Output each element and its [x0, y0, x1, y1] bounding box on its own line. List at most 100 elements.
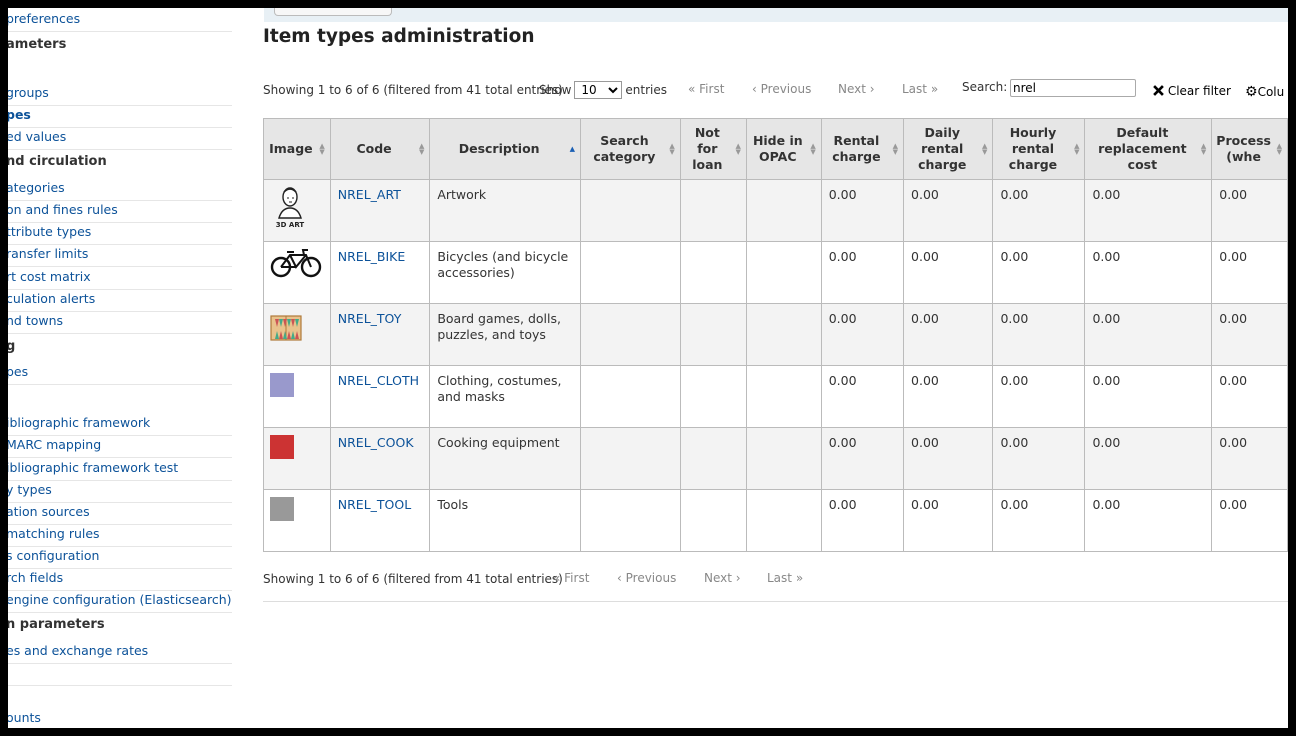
hourly-rental-charge-value: 0.00: [1000, 435, 1029, 450]
sidebar-item[interactable]: rch fields: [8, 569, 232, 591]
previous-page-link[interactable]: ‹ Previous: [752, 82, 811, 96]
sidebar-item[interactable]: [8, 664, 232, 686]
sidebar-item[interactable]: nd towns: [8, 312, 232, 334]
table-row: NREL_COOK Cooking equipment 0.00 0.00 0.00 0.…: [263, 427, 1288, 490]
rental-charge-cell: 0.00: [820, 241, 905, 304]
column-header[interactable]: Image ▲ ▼: [263, 118, 331, 180]
column-header[interactable]: Rental charge ▲ ▼: [820, 118, 905, 180]
sidebar-item[interactable]: s configuration: [8, 547, 232, 569]
sort-icon: ▲ ▼: [669, 142, 675, 156]
columns-label: Colu: [1257, 85, 1285, 99]
sidebar-item[interactable]: ttribute types: [8, 223, 232, 245]
color-swatch-icon: [270, 497, 294, 521]
last-label: Last: [767, 571, 792, 585]
page-length-select[interactable]: 10: [574, 81, 623, 99]
column-header-label: Hide in OPAC: [752, 133, 803, 164]
sidebar-item[interactable]: pes: [8, 363, 232, 385]
processing-fee-cell: 0.00: [1211, 241, 1288, 304]
rental-charge-cell: 0.00: [820, 303, 905, 366]
processing-fee-cell: 0.00: [1211, 427, 1288, 490]
column-header[interactable]: Hourly rental charge ▲ ▼: [992, 118, 1086, 180]
column-header-label: Rental charge: [832, 133, 881, 164]
sidebar-item[interactable]: rt cost matrix: [8, 268, 232, 290]
image-cell: [263, 427, 331, 490]
first-page-link[interactable]: « First: [688, 82, 724, 96]
processing-fee-value: 0.00: [1219, 249, 1248, 264]
previous-page-link-bottom[interactable]: ‹ Previous: [617, 571, 676, 585]
item-type-code-link[interactable]: NREL_TOOL: [338, 497, 411, 512]
rental-charge-value: 0.00: [828, 373, 857, 388]
sidebar-item[interactable]: es and exchange rates: [8, 642, 232, 664]
hide-in-opac-cell: [745, 303, 822, 366]
page-title: Item types administration: [263, 26, 535, 47]
item-type-code-link[interactable]: NREL_ART: [338, 187, 401, 202]
sidebar-item[interactable]: engine configuration (Elasticsearch): [8, 591, 232, 613]
rental-charge-value: 0.00: [828, 187, 857, 202]
sidebar-item[interactable]: on and fines rules: [8, 201, 232, 223]
rental-charge-cell: 0.00: [820, 427, 905, 490]
replacement-cost-cell: 0.00: [1084, 179, 1213, 242]
next-page-link-bottom[interactable]: Next ›: [704, 571, 741, 585]
not-for-loan-cell: [679, 365, 747, 428]
item-type-code-link[interactable]: NREL_CLOTH: [338, 373, 419, 388]
sidebar-item[interactable]: ounts: [8, 709, 232, 728]
column-header[interactable]: Description ▲: [429, 118, 581, 180]
daily-rental-charge-value: 0.00: [911, 373, 939, 388]
sidebar-heading: ameters: [8, 37, 67, 52]
search-input[interactable]: [1010, 79, 1136, 97]
sidebar-item[interactable]: y types: [8, 481, 232, 503]
table-row: NREL_TOY Board games, dolls, puzzles, and…: [263, 303, 1288, 366]
hourly-rental-charge-cell: 0.00: [992, 179, 1086, 242]
sidebar-item[interactable]: pes: [8, 106, 232, 128]
sidebar-item[interactable]: ategories: [8, 179, 232, 201]
sidebar-item[interactable]: matching rules: [8, 525, 232, 547]
hide-in-opac-cell: [745, 489, 822, 552]
description-value: Clothing, costumes, and masks: [437, 373, 562, 404]
processing-fee-cell: 0.00: [1211, 365, 1288, 428]
code-cell: NREL_ART: [329, 179, 431, 242]
page-length-control: Show 10 entries: [539, 81, 667, 99]
item-type-code-link[interactable]: NREL_COOK: [338, 435, 414, 450]
column-header[interactable]: Process (whe ▲ ▼: [1211, 118, 1288, 180]
daily-rental-charge-cell: 0.00: [903, 489, 994, 552]
column-header[interactable]: Default replacement cost ▲ ▼: [1084, 118, 1213, 180]
columns-button[interactable]: ⚙Colu: [1245, 84, 1284, 100]
processing-fee-value: 0.00: [1219, 497, 1248, 512]
column-header[interactable]: Daily rental charge ▲ ▼: [903, 118, 994, 180]
daily-rental-charge-value: 0.00: [911, 249, 939, 264]
search-category-cell: [579, 303, 681, 366]
description-cell: Cooking equipment: [429, 427, 581, 490]
color-swatch-icon: [270, 373, 294, 397]
toolbar-button[interactable]: [274, 8, 392, 16]
last-page-link[interactable]: Last »: [902, 82, 938, 96]
hourly-rental-charge-value: 0.00: [1000, 249, 1029, 264]
item-type-code-link[interactable]: NREL_TOY: [338, 311, 402, 326]
processing-fee-value: 0.00: [1219, 435, 1248, 450]
clear-filter-button[interactable]: Clear filter: [1153, 84, 1231, 98]
column-header[interactable]: Not for loan ▲ ▼: [679, 118, 747, 180]
last-page-link-bottom[interactable]: Last »: [767, 571, 803, 585]
next-page-link[interactable]: Next ›: [838, 82, 875, 96]
table-row: NREL_CLOTH Clothing, costumes, and masks 0…: [263, 365, 1288, 428]
hourly-rental-charge-cell: 0.00: [992, 303, 1086, 366]
first-page-link-bottom[interactable]: « First: [553, 571, 589, 585]
column-header[interactable]: Search category ▲ ▼: [579, 118, 681, 180]
previous-label: Previous: [760, 82, 812, 96]
column-header[interactable]: Code ▲ ▼: [329, 118, 431, 180]
last-label: Last: [902, 82, 927, 96]
sidebar-item[interactable]: ransfer limits: [8, 245, 232, 267]
sidebar-item[interactable]: ibliographic framework test: [8, 459, 232, 481]
column-header[interactable]: Hide in OPAC ▲ ▼: [745, 118, 822, 180]
sidebar-item[interactable]: MARC mapping: [8, 436, 232, 458]
column-header-label: Process (whe: [1216, 133, 1271, 164]
sidebar-item[interactable]: preferences: [8, 10, 232, 32]
sidebar-item[interactable]: ation sources: [8, 503, 232, 525]
sidebar-item[interactable]: ibliographic framework: [8, 414, 232, 436]
sidebar-item[interactable]: groups: [8, 84, 232, 106]
item-type-code-link[interactable]: NREL_BIKE: [338, 249, 406, 264]
processing-fee-value: 0.00: [1219, 311, 1248, 326]
sidebar-item[interactable]: ed values: [8, 128, 232, 150]
daily-rental-charge-cell: 0.00: [903, 241, 994, 304]
replacement-cost-value: 0.00: [1092, 373, 1121, 388]
sidebar-item[interactable]: culation alerts: [8, 290, 232, 312]
